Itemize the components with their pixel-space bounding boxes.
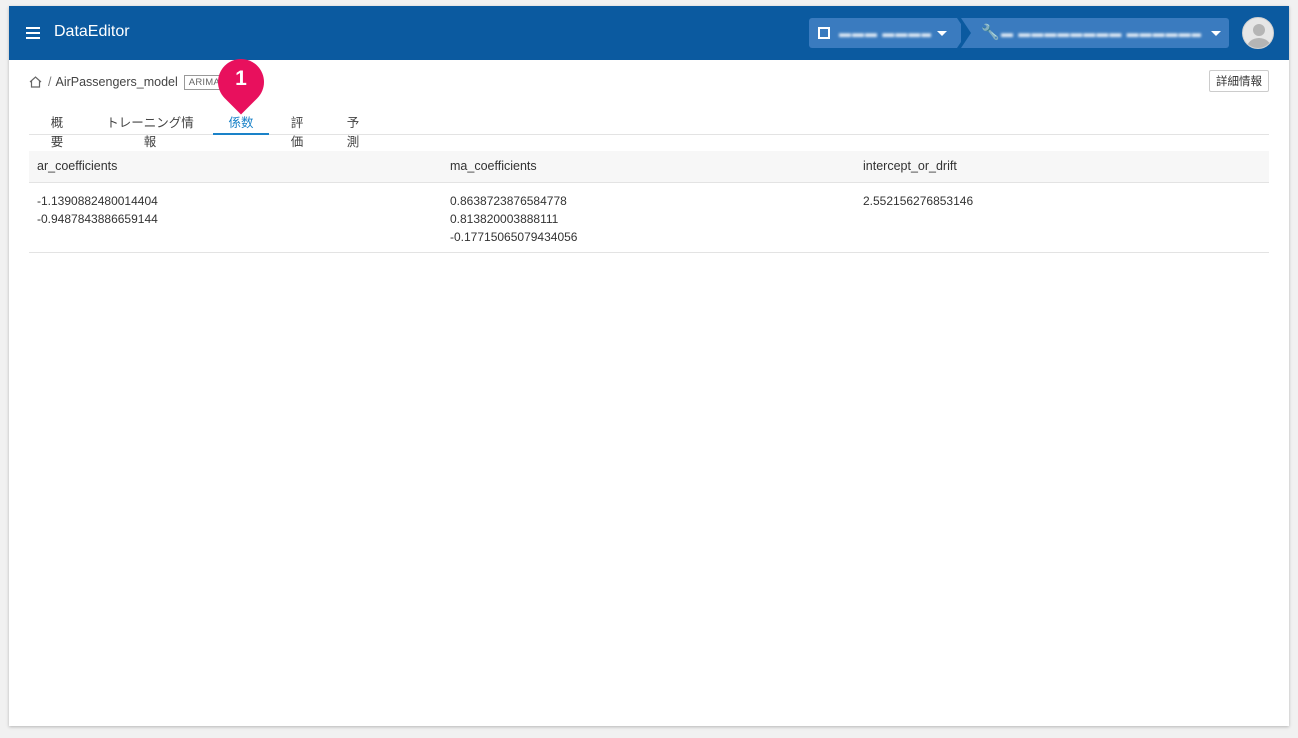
step-marker-number: 1 (235, 67, 247, 90)
intercept-cell: 2.552156276853146 (855, 182, 1269, 253)
ma-coefficients-cell: 0.8638723876584778 0.813820003888111 -0.… (442, 182, 855, 253)
avatar[interactable] (1242, 17, 1274, 49)
chevron-down-icon (937, 31, 947, 36)
ma-value: 0.813820003888111 (450, 211, 559, 226)
intercept-value: 2.552156276853146 (863, 193, 974, 208)
breadcrumb-separator: / (48, 75, 52, 89)
column-header-ma: ma_coefficients (442, 151, 855, 183)
chevron-down-icon (1211, 31, 1221, 36)
table-row: -1.1390882480014404 -0.9487843886659144 … (29, 182, 1269, 253)
home-icon[interactable] (29, 76, 42, 88)
tab-overview[interactable]: 概要 (45, 106, 69, 149)
app-window: DataEditor ▬▬▬ ▬▬▬▬▬▬▬▬ 🔧 ▬ ▬▬▬▬▬▬▬▬ ▬▬▬… (9, 6, 1289, 726)
tab-bar: 概要 トレーニング情報 係数 評価 予測 (29, 106, 1269, 149)
project-selector[interactable]: 🔧 ▬ ▬▬▬▬▬▬▬▬ ▬▬▬▬▬▬ ▬▬▬▬▬▬▬▬▬ (961, 18, 1229, 48)
app-title: DataEditor (54, 23, 130, 40)
organization-name: ▬▬▬ ▬▬▬▬▬▬▬▬ (839, 26, 931, 40)
building-icon (818, 27, 830, 39)
ma-value: 0.8638723876584778 (450, 193, 567, 208)
breadcrumb-model-name[interactable]: AirPassengers_model (55, 75, 177, 89)
column-header-intercept: intercept_or_drift (855, 151, 1269, 183)
project-name: ▬ ▬▬▬▬▬▬▬▬ ▬▬▬▬▬▬ ▬▬▬▬▬▬▬▬▬ (1001, 26, 1201, 40)
wrench-icon: 🔧 (981, 24, 1000, 41)
breadcrumb: / AirPassengers_model ARIMA (29, 74, 225, 90)
tab-training-info[interactable]: トレーニング情報 (101, 106, 199, 149)
ar-coefficients-cell: -1.1390882480014404 -0.9487843886659144 (29, 182, 442, 253)
organization-selector[interactable]: ▬▬▬ ▬▬▬▬▬▬▬▬ (809, 18, 967, 48)
table-header-row: ar_coefficients ma_coefficients intercep… (29, 151, 1269, 183)
tab-evaluation[interactable]: 評価 (285, 106, 309, 149)
coefficients-table: ar_coefficients ma_coefficients intercep… (29, 151, 1269, 253)
ma-value: -0.17715065079434056 (450, 229, 578, 244)
app-bar: DataEditor ▬▬▬ ▬▬▬▬▬▬▬▬ 🔧 ▬ ▬▬▬▬▬▬▬▬ ▬▬▬… (9, 6, 1289, 60)
details-button[interactable]: 詳細情報 (1209, 70, 1269, 92)
menu-icon[interactable] (26, 27, 40, 39)
tab-prediction[interactable]: 予測 (341, 106, 365, 149)
ar-value: -0.9487843886659144 (37, 211, 158, 226)
column-header-ar: ar_coefficients (29, 151, 442, 183)
ar-value: -1.1390882480014404 (37, 193, 158, 208)
